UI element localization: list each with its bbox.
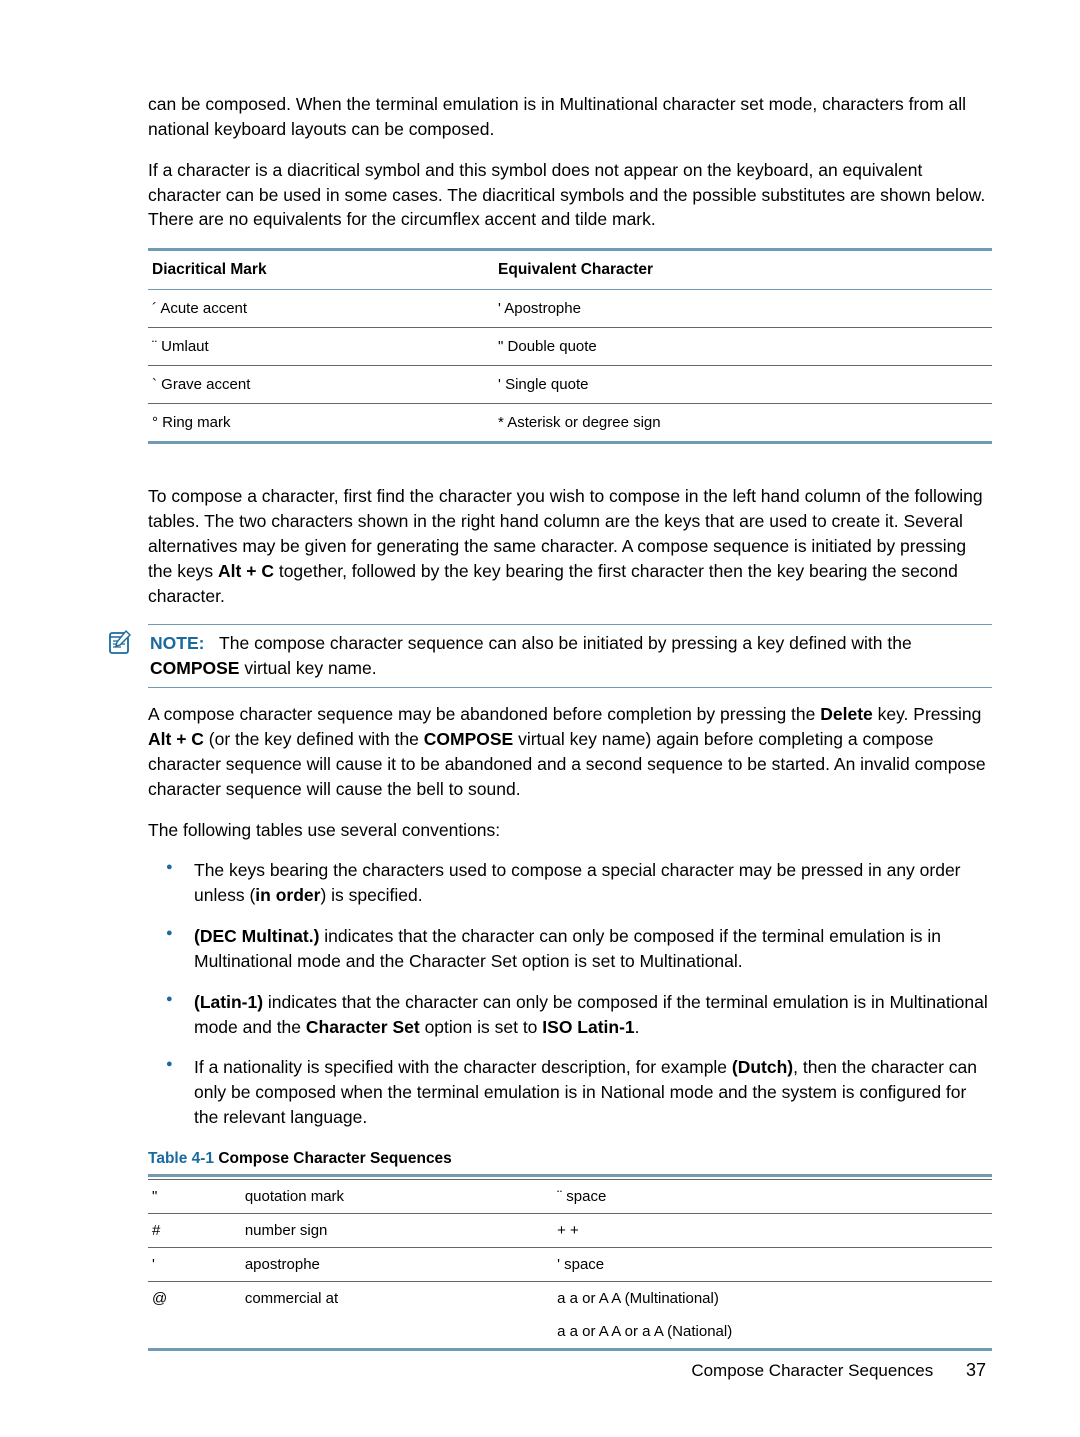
text-span: option is set to <box>420 1017 543 1037</box>
bold-span: ISO Latin-1 <box>542 1017 634 1037</box>
table-row: ' apostrophe ' space <box>148 1247 992 1281</box>
text-span: A compose character sequence may be aban… <box>148 704 820 724</box>
conventions-intro: The following tables use several convent… <box>148 818 992 843</box>
note-icon <box>106 628 134 656</box>
name-cell: quotation mark <box>241 1179 553 1213</box>
bold-span: in order <box>255 885 320 905</box>
bold-span: Delete <box>820 704 873 724</box>
text-span: If a nationality is specified with the c… <box>194 1057 732 1077</box>
sequence-cell: ¨ space <box>553 1179 992 1213</box>
sequence-cell: + + <box>553 1213 992 1247</box>
table-row: @ commercial at a a or A A (Multinationa… <box>148 1281 992 1315</box>
list-item: The keys bearing the characters used to … <box>148 858 992 908</box>
table-row: a a or A A or a A (National) <box>148 1315 992 1350</box>
diacritical-mark-cell: ¨ Umlaut <box>148 328 494 366</box>
table-row: ´ Acute accent ' Apostrophe <box>148 290 992 328</box>
symbol-cell: ' <box>148 1247 241 1281</box>
table-row: ` Grave accent ' Single quote <box>148 366 992 404</box>
list-item: (DEC Multinat.) indicates that the chara… <box>148 924 992 974</box>
intro-paragraph-2: If a character is a diacritical symbol a… <box>148 158 992 233</box>
sequence-cell: a a or A A (Multinational) <box>553 1281 992 1315</box>
text-span: ) is specified. <box>320 885 422 905</box>
table-row: ¨ Umlaut " Double quote <box>148 328 992 366</box>
intro-paragraph-1: can be composed. When the terminal emula… <box>148 92 992 142</box>
bold-span: (DEC Multinat.) <box>194 926 319 946</box>
text-span: . <box>635 1017 640 1037</box>
bold-span: Alt + C <box>218 561 274 581</box>
text-span: (or the key defined with the <box>204 729 424 749</box>
conventions-list: The keys bearing the characters used to … <box>148 858 992 1130</box>
page-number: 37 <box>966 1360 986 1380</box>
note-label: NOTE: <box>150 633 204 653</box>
name-cell: apostrophe <box>241 1247 553 1281</box>
list-item: If a nationality is specified with the c… <box>148 1055 992 1130</box>
name-cell <box>241 1315 553 1350</box>
text-span: virtual key name. <box>239 658 376 678</box>
symbol-cell: # <box>148 1213 241 1247</box>
list-item: (Latin-1) indicates that the character c… <box>148 990 992 1040</box>
table-caption: Table 4-1 Compose Character Sequences <box>148 1150 992 1168</box>
caption-number: Table 4-1 <box>148 1150 214 1167</box>
diacritical-mark-cell: ´ Acute accent <box>148 290 494 328</box>
diacritical-mark-cell: ` Grave accent <box>148 366 494 404</box>
compose-instruction-paragraph: To compose a character, first find the c… <box>148 484 992 608</box>
caption-title: Compose Character Sequences <box>214 1150 452 1167</box>
table-row: ° Ring mark * Asterisk or degree sign <box>148 404 992 443</box>
page-footer: Compose Character Sequences 37 <box>691 1360 986 1381</box>
bold-span: Character Set <box>306 1017 420 1037</box>
document-page: can be composed. When the terminal emula… <box>0 0 1080 1437</box>
table1-header-mark: Diacritical Mark <box>148 250 494 290</box>
equivalent-cell: * Asterisk or degree sign <box>494 404 992 443</box>
note-block: NOTE: The compose character sequence can… <box>148 624 992 688</box>
symbol-cell <box>148 1315 241 1350</box>
diacritical-mark-cell: ° Ring mark <box>148 404 494 443</box>
footer-section: Compose Character Sequences <box>691 1361 933 1380</box>
sequence-cell: a a or A A or a A (National) <box>553 1315 992 1350</box>
name-cell: number sign <box>241 1213 553 1247</box>
text-span: The compose character sequence can also … <box>219 633 912 653</box>
bold-span: (Latin-1) <box>194 992 263 1012</box>
equivalent-cell: " Double quote <box>494 328 992 366</box>
sequence-cell: ' space <box>553 1247 992 1281</box>
table-row: " quotation mark ¨ space <box>148 1179 992 1213</box>
bold-span: COMPOSE <box>150 658 239 678</box>
abandon-paragraph: A compose character sequence may be aban… <box>148 702 992 801</box>
name-cell: commercial at <box>241 1281 553 1315</box>
symbol-cell: " <box>148 1179 241 1213</box>
bold-span: Alt + C <box>148 729 204 749</box>
equivalent-cell: ' Single quote <box>494 366 992 404</box>
table-row: # number sign + + <box>148 1213 992 1247</box>
table1-header-equiv: Equivalent Character <box>494 250 992 290</box>
text-span: key. Pressing <box>873 704 982 724</box>
equivalent-cell: ' Apostrophe <box>494 290 992 328</box>
diacritical-table: Diacritical Mark Equivalent Character ´ … <box>148 248 992 444</box>
compose-sequences-table: " quotation mark ¨ space # number sign +… <box>148 1174 992 1351</box>
symbol-cell: @ <box>148 1281 241 1315</box>
bold-span: COMPOSE <box>424 729 513 749</box>
bold-span: (Dutch) <box>732 1057 793 1077</box>
